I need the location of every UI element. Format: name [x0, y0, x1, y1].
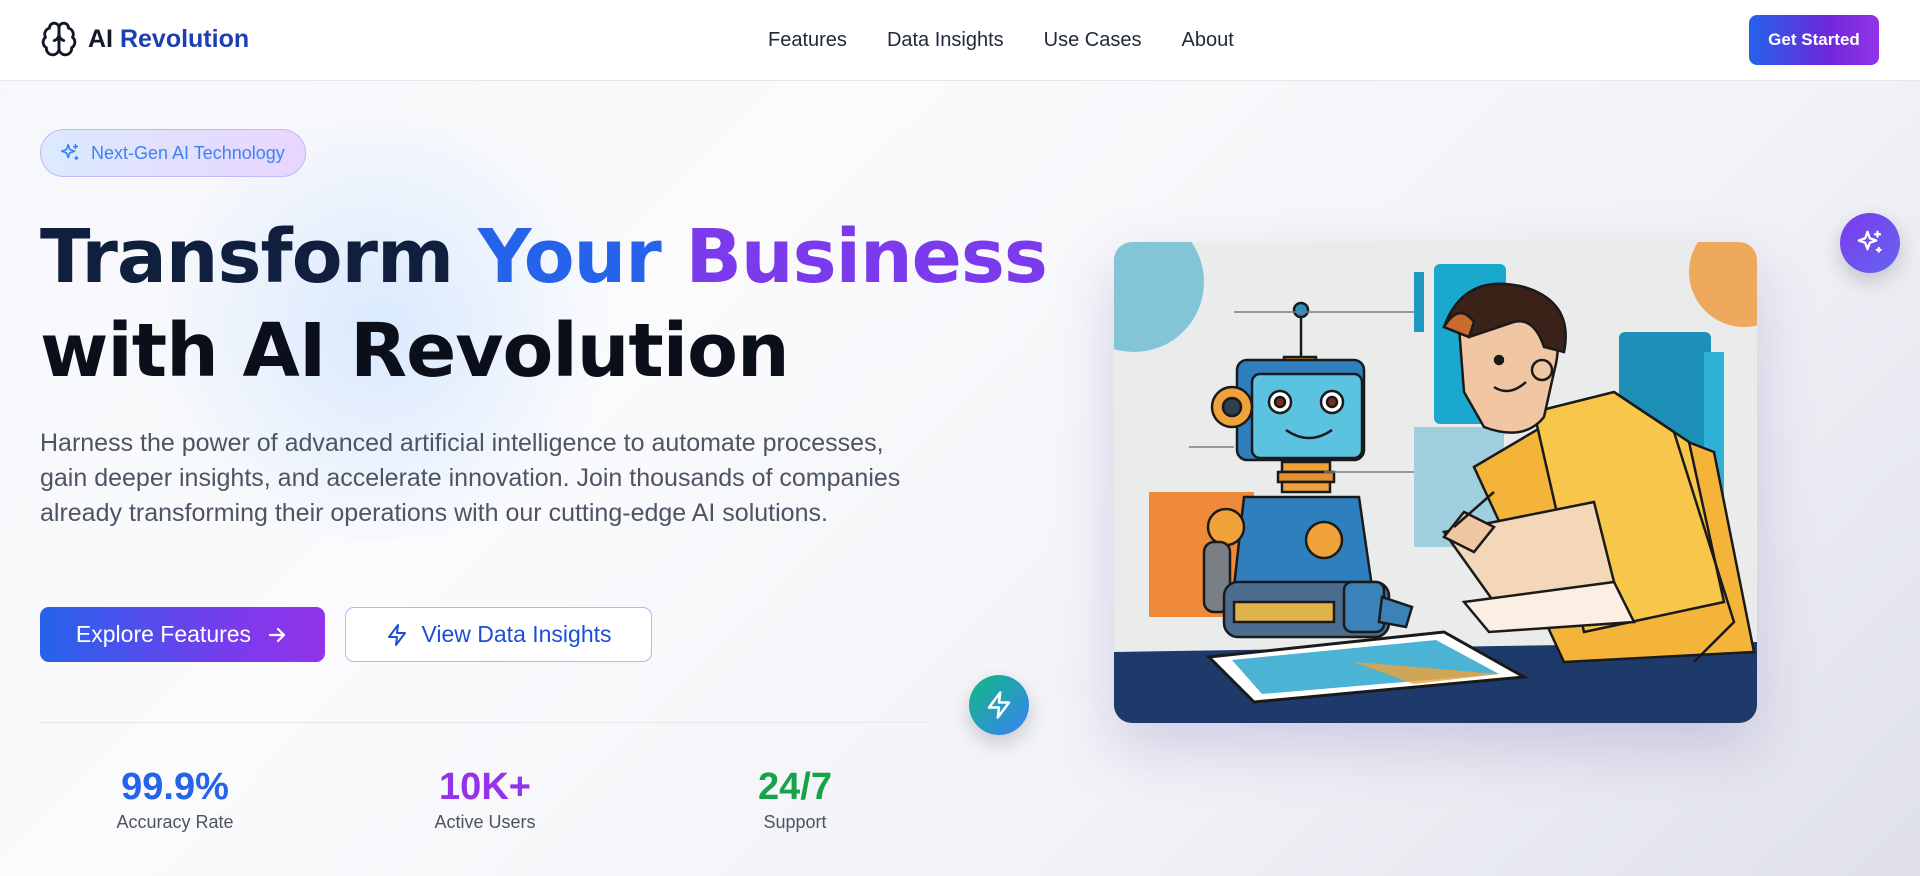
stat-support: 24/7 Support	[690, 764, 900, 833]
floating-lightning-button[interactable]	[969, 675, 1029, 735]
brand-name-accent: Revolution	[119, 24, 250, 53]
stat-accuracy-value: 99.9%	[121, 766, 229, 808]
tech-badge: Next-Gen AI Technology	[40, 129, 306, 177]
get-started-button[interactable]: Get Started	[1749, 15, 1879, 65]
stat-users-label: Active Users	[434, 812, 536, 832]
headline-line-2: with AI Revolution	[40, 308, 790, 394]
nav-features[interactable]: Features	[768, 29, 847, 52]
stat-accuracy-label: Accuracy Rate	[116, 812, 234, 832]
stat-users-value: 10K+	[439, 766, 531, 808]
lightning-icon	[388, 623, 407, 646]
nav-use-cases[interactable]: Use Cases	[1044, 29, 1142, 52]
nav-data-insights[interactable]: Data Insights	[887, 29, 1004, 52]
stats-divider	[40, 722, 930, 723]
robot-and-person-illustration	[1114, 242, 1757, 723]
hero-description: Harness the power of advanced artificial…	[40, 429, 901, 527]
sparkles-icon	[60, 143, 79, 161]
headline-word-transform: Transform	[40, 214, 454, 300]
stat-users: 10K+ Active Users	[380, 764, 590, 833]
sparkles-icon	[1857, 230, 1882, 253]
stat-accuracy: 99.9% Accuracy Rate	[70, 764, 280, 833]
floating-sparkles-button[interactable]	[1840, 213, 1900, 273]
stat-support-value: 24/7	[758, 766, 832, 808]
brain-icon	[41, 21, 77, 57]
headline-word-business: Business	[685, 214, 1047, 300]
brand-name: AI Revolution	[88, 25, 249, 54]
hero-illustration	[1114, 242, 1757, 723]
view-data-insights-button[interactable]: View Data Insights	[345, 607, 652, 662]
explore-features-label: Explore Features	[75, 621, 252, 647]
headline-word-your: Your	[477, 214, 662, 300]
explore-features-button[interactable]: Explore Features	[40, 607, 325, 662]
top-navbar: AI Revolution Features Data Insights Use…	[0, 0, 1920, 81]
stat-support-label: Support	[763, 812, 827, 832]
nav-about[interactable]: About	[1181, 29, 1233, 52]
lightning-icon	[987, 691, 1011, 719]
headline-line-1: Transform Your Business	[40, 210, 1048, 304]
view-data-insights-label: View Data Insights	[421, 621, 612, 647]
main-nav: Features Data Insights Use Cases About	[768, 29, 1234, 52]
brand-logo[interactable]: AI Revolution	[40, 20, 249, 58]
hero-headline: Transform Your Business with AI Revoluti…	[40, 210, 1048, 398]
brand-name-prefix: AI	[88, 24, 113, 53]
badge-label: Next-Gen AI Technology	[91, 142, 285, 163]
arrow-right-icon	[268, 627, 286, 642]
